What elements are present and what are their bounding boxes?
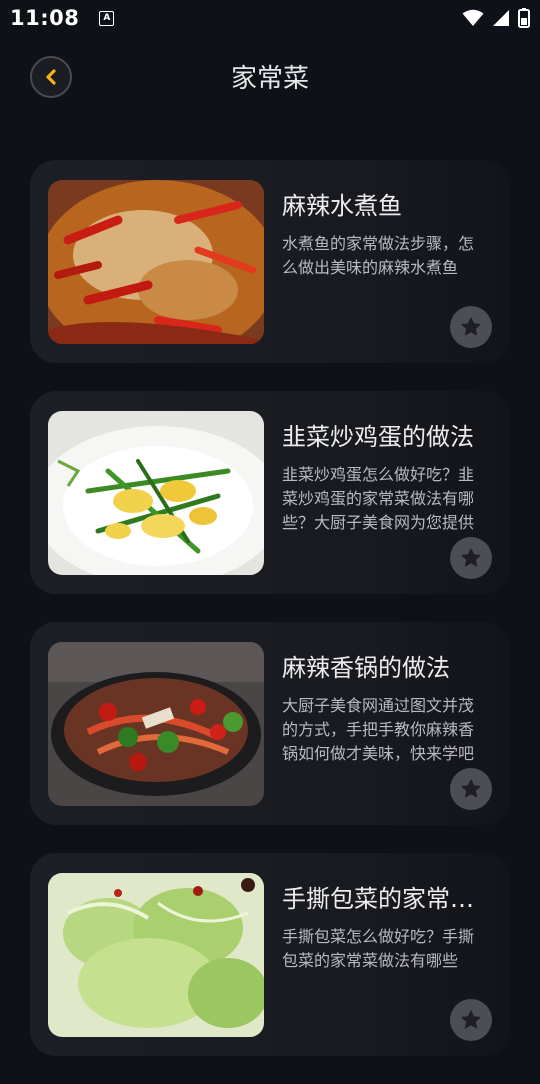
favorite-button[interactable]: [450, 999, 492, 1041]
favorite-button[interactable]: [450, 537, 492, 579]
cellular-signal-icon: [492, 9, 510, 27]
wifi-icon: [462, 9, 484, 27]
recipe-title: 韭菜炒鸡蛋的做法: [282, 423, 474, 451]
recipe-card[interactable]: 麻辣香锅的做法 大厨子美食网通过图文并茂的方式，手把手教你麻辣香锅如何做才美味，…: [30, 622, 510, 825]
star-icon: [460, 1009, 482, 1031]
status-icons: [462, 8, 530, 28]
header: 家常菜: [0, 36, 540, 116]
status-bar: 11:08 A: [0, 0, 540, 36]
favorite-button[interactable]: [450, 768, 492, 810]
recipe-image: [48, 180, 264, 344]
star-icon: [460, 316, 482, 338]
favorite-button[interactable]: [450, 306, 492, 348]
battery-icon: [518, 8, 530, 28]
recipe-image: [48, 873, 264, 1037]
page-title: 家常菜: [230, 64, 309, 94]
recipe-list: 麻辣水煮鱼 水煮鱼的家常做法步骤，怎么做出美味的麻辣水煮鱼 韭菜炒鸡蛋的做法 韭…: [30, 160, 510, 1084]
recipe-title: 手撕包菜的家常做法: [282, 885, 482, 913]
star-icon: [460, 778, 482, 800]
recipe-title: 麻辣水煮鱼: [282, 192, 402, 220]
recipe-card[interactable]: 韭菜炒鸡蛋的做法 韭菜炒鸡蛋怎么做好吃？韭菜炒鸡蛋的家常菜做法有哪些？大厨子美食…: [30, 391, 510, 594]
star-icon: [460, 547, 482, 569]
recipe-description: 水煮鱼的家常做法步骤，怎么做出美味的麻辣水煮鱼: [282, 234, 475, 277]
recipe-card[interactable]: 麻辣水煮鱼 水煮鱼的家常做法步骤，怎么做出美味的麻辣水煮鱼: [30, 160, 510, 363]
recipe-card[interactable]: 手撕包菜的家常做法 手撕包菜怎么做好吃？手撕包菜的家常菜做法有哪些: [30, 853, 510, 1056]
recipe-title: 麻辣香锅的做法: [282, 654, 450, 682]
recipe-description: 大厨子美食网通过图文并茂的方式，手把手教你麻辣香锅如何做才美味，快来学吧: [282, 696, 475, 763]
recipe-description: 手撕包菜怎么做好吃？手撕包菜的家常菜做法有哪些: [282, 927, 475, 970]
recipe-description: 韭菜炒鸡蛋怎么做好吃？韭菜炒鸡蛋的家常菜做法有哪些？大厨子美食网为您提供: [282, 465, 475, 532]
app-notification-icon: A: [99, 10, 115, 26]
status-time: 11:08: [10, 6, 80, 30]
recipe-image: [48, 642, 264, 806]
recipe-image: [48, 411, 264, 575]
